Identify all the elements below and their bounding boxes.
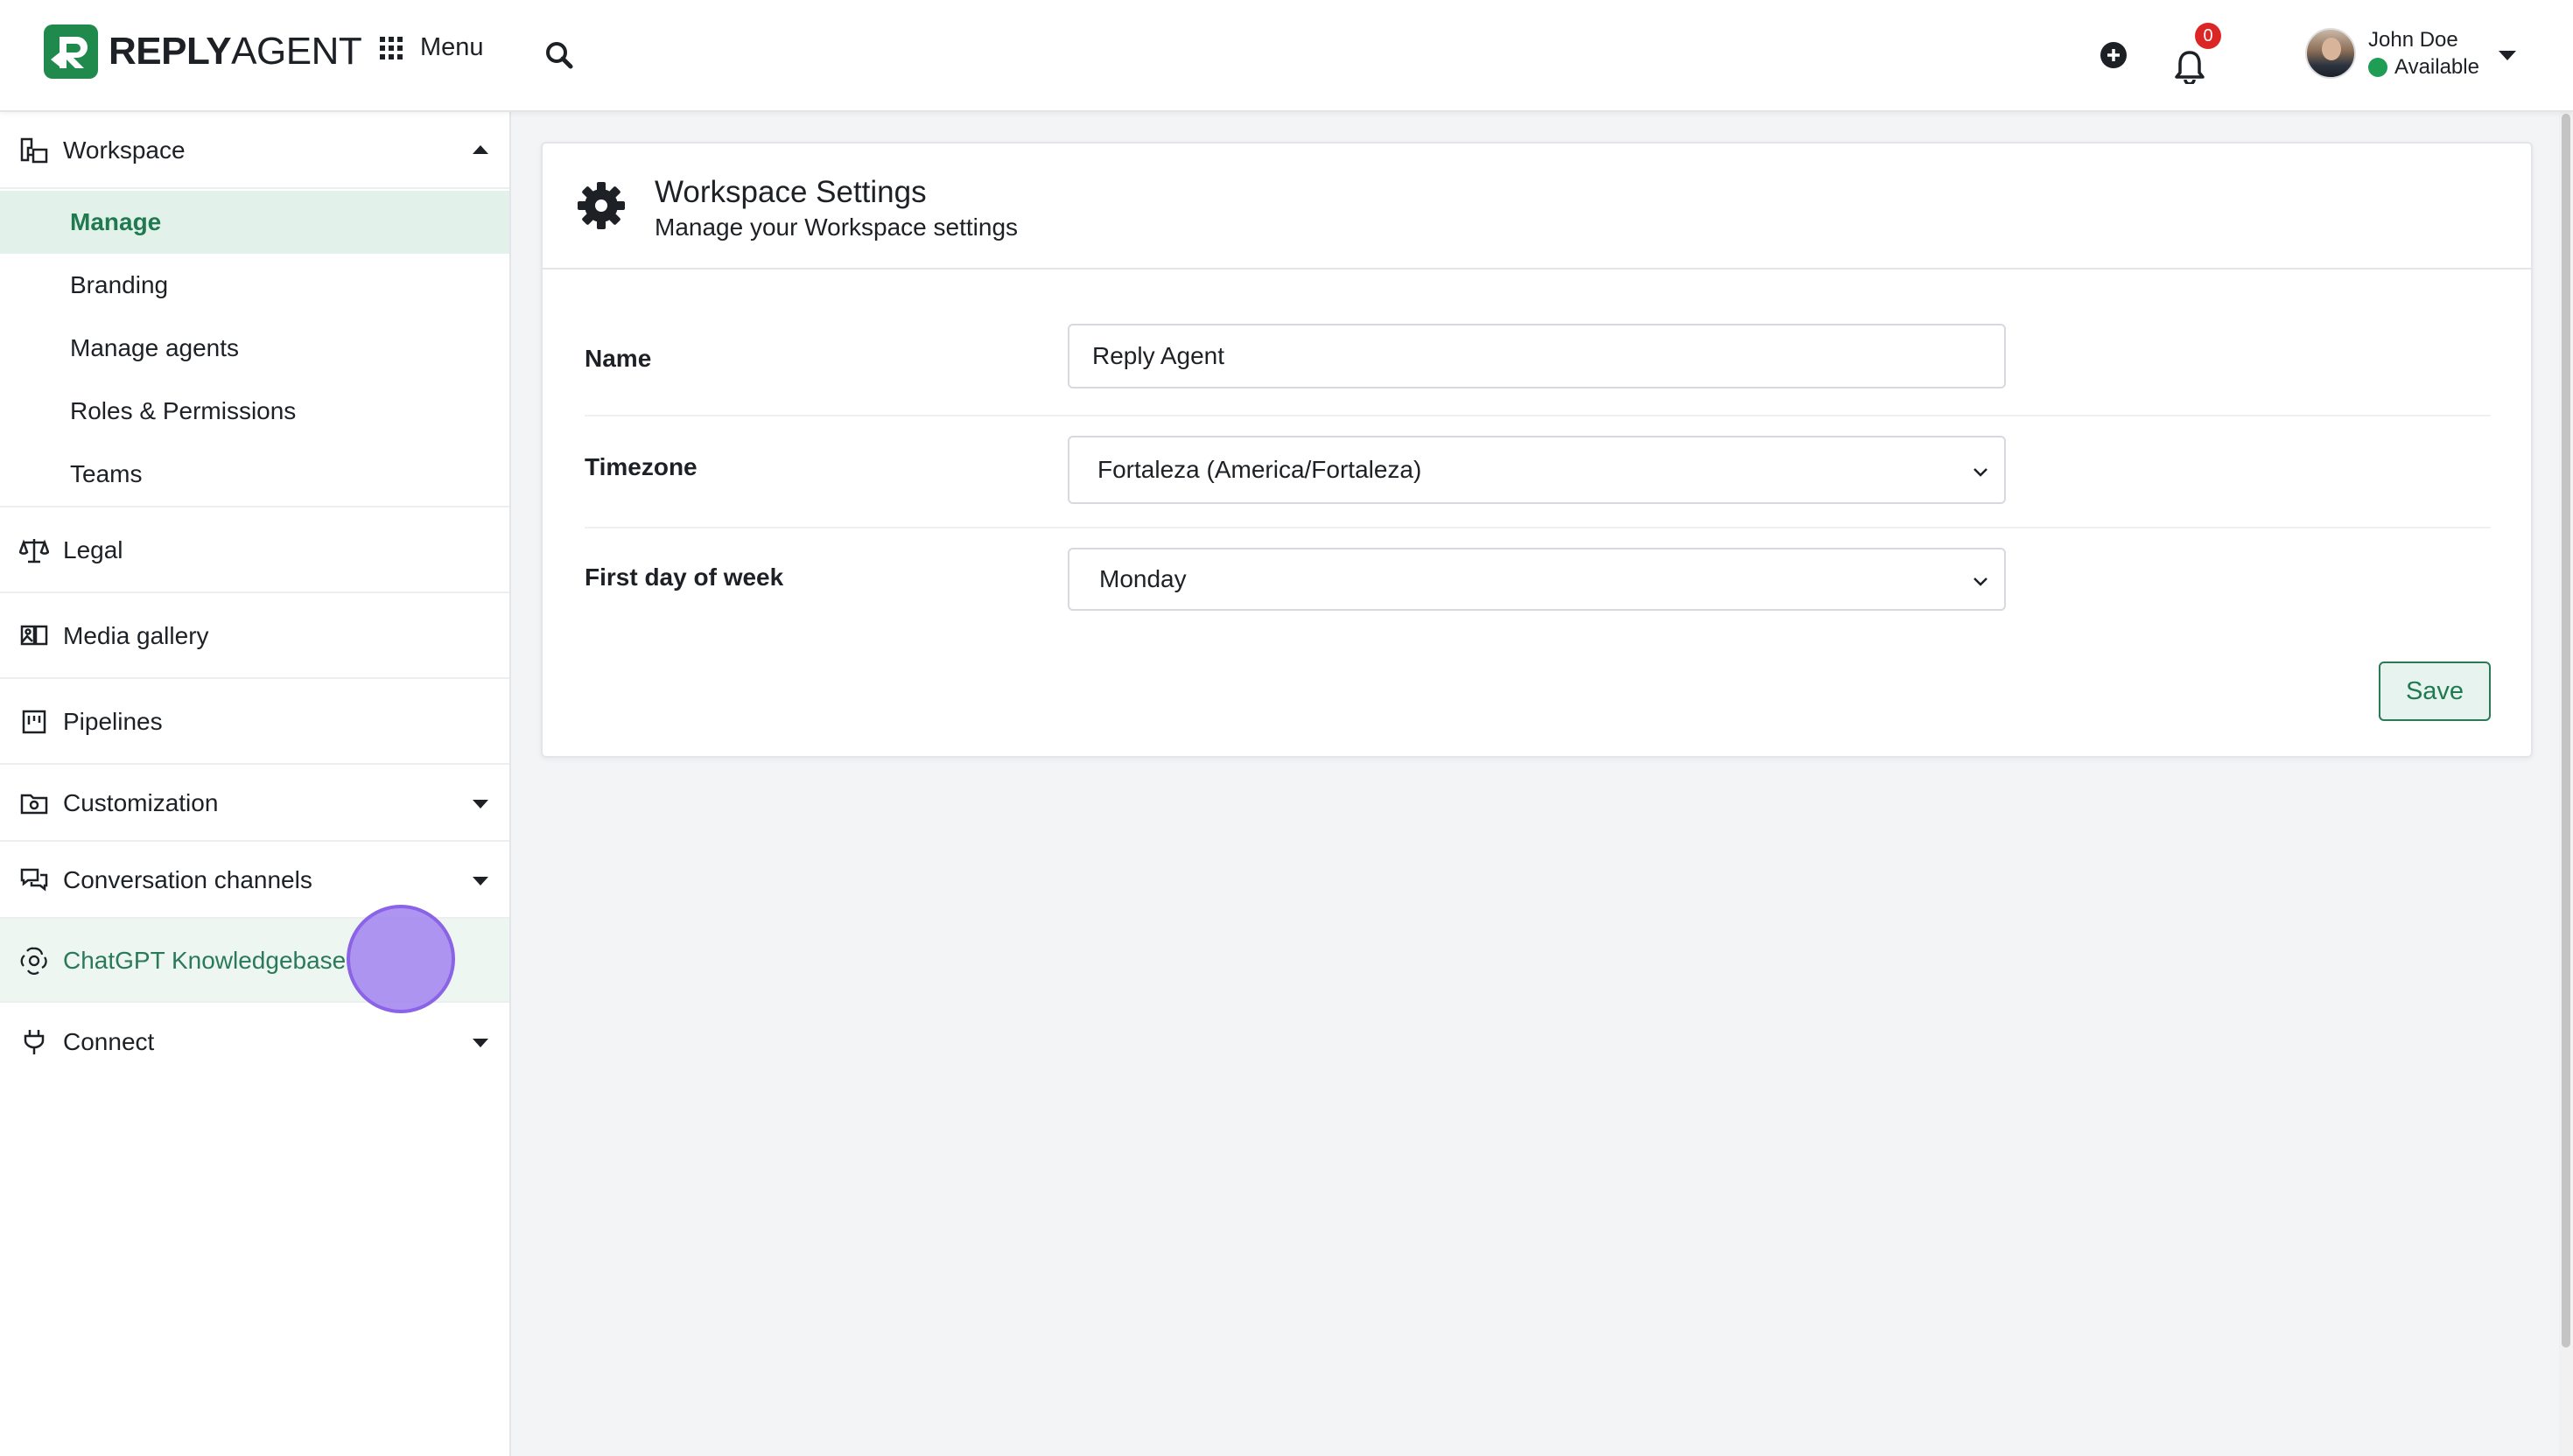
save-button[interactable]: Save (2379, 662, 2491, 721)
divider (585, 415, 2491, 416)
user-status-label: Available (2394, 55, 2479, 80)
sidebar-group-pipelines[interactable]: Pipelines (0, 679, 509, 765)
chevron-down-icon (473, 800, 488, 808)
status-dot-icon (2368, 57, 2387, 77)
sidebar-group-label: ChatGPT Knowledgebase (63, 947, 347, 974)
plus-icon (2107, 49, 2120, 61)
sidebar-group-label: Workspace (63, 136, 186, 164)
logo-mark-icon (44, 24, 98, 79)
sidebar-group-label: Connect (63, 1028, 155, 1055)
workspace-icon (19, 136, 49, 165)
chevron-up-icon (473, 145, 488, 154)
user-info: John Doe Available (2368, 26, 2479, 80)
logo-text: REPLYAGENT (109, 30, 362, 74)
workspace-settings-card: Workspace Settings Manage your Workspace… (541, 142, 2533, 758)
pipeline-icon (19, 707, 49, 737)
sidebar-item-teams[interactable]: Teams (0, 443, 509, 508)
sidebar-item-label: Teams (70, 460, 143, 487)
first-day-row: First day of week Monday (585, 548, 2491, 618)
sidebar-group-label: Customization (63, 789, 219, 816)
first-day-select-value: Monday (1099, 565, 1187, 592)
sidebar-item-manage-agents[interactable]: Manage agents (0, 317, 509, 380)
logo-text-light: AGENT (231, 30, 362, 73)
sidebar-group-conversation-channels[interactable]: Conversation channels (0, 842, 509, 919)
user-status: Available (2368, 53, 2479, 80)
scale-icon (19, 536, 49, 565)
sidebar-group-connect[interactable]: Connect (0, 1003, 509, 1082)
sidebar-group-workspace[interactable]: Workspace (0, 112, 509, 189)
sidebar-item-manage[interactable]: Manage (0, 191, 509, 254)
menu-button[interactable]: Menu (380, 33, 484, 62)
logo[interactable]: REPLYAGENT (44, 24, 362, 79)
scrollbar[interactable] (2559, 112, 2573, 1456)
divider (585, 527, 2491, 528)
chevron-down-icon (1974, 578, 1988, 586)
sidebar-group-media-gallery[interactable]: Media gallery (0, 593, 509, 679)
avatar (2305, 28, 2356, 80)
search-button[interactable] (543, 38, 578, 74)
page-subtitle: Manage your Workspace settings (655, 214, 1019, 241)
sidebar-item-branding[interactable]: Branding (0, 254, 509, 317)
plug-icon (19, 1027, 49, 1057)
gear-icon (578, 182, 625, 229)
sidebar-group-label: Media gallery (63, 622, 209, 649)
timezone-label: Timezone (585, 453, 698, 480)
user-menu[interactable]: John Doe Available (2305, 26, 2479, 80)
sidebar-group-label: Legal (63, 536, 123, 564)
name-row: Name Reply Agent (585, 324, 2491, 394)
first-day-label: First day of week (585, 564, 784, 591)
gallery-icon (19, 621, 49, 651)
sidebar-group-label: Conversation channels (63, 866, 312, 893)
top-bar: REPLYAGENT Menu 0 John Doe Available (0, 0, 2573, 112)
bell-icon (2175, 51, 2205, 86)
user-menu-caret-icon[interactable] (2499, 51, 2516, 60)
search-icon (546, 42, 573, 69)
sidebar-item-label: Branding (70, 271, 169, 298)
chevron-down-icon (473, 877, 488, 886)
name-label: Name (585, 345, 652, 372)
add-button[interactable] (2100, 42, 2127, 68)
chevron-down-icon (473, 1039, 488, 1047)
sidebar-group-customization[interactable]: Customization (0, 765, 509, 842)
scrollbar-thumb[interactable] (2562, 114, 2570, 1348)
card-header: Workspace Settings Manage your Workspace… (543, 144, 2531, 270)
sidebar-group-legal[interactable]: Legal (0, 508, 509, 593)
openai-icon (19, 946, 49, 976)
page-title: Workspace Settings (655, 175, 927, 209)
sidebar: Workspace Manage Branding Manage agents … (0, 112, 511, 1456)
name-input-value: Reply Agent (1092, 342, 1224, 369)
notifications-button[interactable] (2172, 49, 2207, 86)
chevron-down-icon (1974, 468, 1988, 477)
grid-icon (380, 36, 403, 60)
folder-gear-icon (19, 788, 49, 818)
first-day-select[interactable]: Monday (1068, 548, 2006, 611)
notification-badge: 0 (2195, 23, 2221, 49)
user-name: John Doe (2368, 28, 2458, 52)
name-input[interactable]: Reply Agent (1068, 324, 2006, 388)
timezone-select[interactable]: Fortaleza (America/Fortaleza) (1068, 436, 2006, 504)
sidebar-item-label: Roles & Permissions (70, 397, 297, 424)
timezone-row: Timezone Fortaleza (America/Fortaleza) (585, 436, 2491, 506)
sidebar-group-label: Pipelines (63, 708, 163, 735)
chat-icon (19, 865, 49, 895)
sidebar-item-label: Manage (70, 208, 162, 235)
timezone-select-value: Fortaleza (America/Fortaleza) (1097, 456, 1422, 483)
sidebar-item-roles-permissions[interactable]: Roles & Permissions (0, 380, 509, 443)
logo-text-bold: REPLY (109, 30, 232, 73)
click-indicator (347, 905, 455, 1013)
sidebar-item-label: Manage agents (70, 334, 240, 361)
menu-label: Menu (420, 33, 484, 61)
